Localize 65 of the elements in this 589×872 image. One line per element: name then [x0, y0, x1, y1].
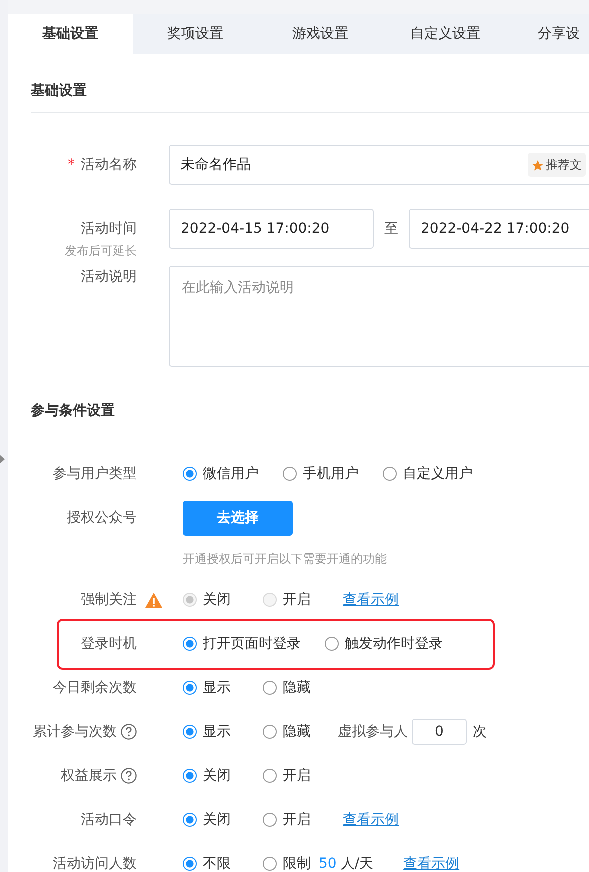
example-link[interactable]: 查看示例 [343, 811, 399, 829]
star-icon [532, 160, 544, 170]
radio-button[interactable] [183, 813, 197, 827]
field-label: 今日剩余次数 [53, 679, 137, 697]
radio-option[interactable]: 自定义用户 [383, 465, 497, 483]
unit-label: 人/天 [340, 855, 374, 872]
field-label: 强制关注 [81, 591, 137, 609]
field-label: 授权公众号 [67, 509, 137, 527]
radio-option[interactable]: 手机用户 [283, 465, 383, 483]
field-hint: 发布后可延长 [64, 243, 137, 259]
field-label: 权益展示 [61, 767, 117, 785]
radio-option[interactable]: 打开页面时登录 [183, 635, 325, 653]
example-link[interactable]: 查看示例 [404, 855, 460, 872]
radio-button[interactable] [263, 813, 277, 827]
field-label: 累计参与次数 [33, 723, 117, 741]
field-label: 活动口令 [81, 811, 137, 829]
radio-option[interactable]: 不限 [183, 855, 263, 872]
radio-button[interactable] [263, 769, 277, 783]
radio-option[interactable]: 开启 [263, 811, 343, 829]
radio-button[interactable] [383, 467, 397, 481]
field-label: 参与用户类型 [53, 465, 137, 483]
radio-button[interactable] [183, 725, 197, 739]
number-field[interactable]: 0 [412, 719, 467, 745]
tab[interactable]: 游戏设置 [258, 14, 383, 54]
hint-text: 开通授权后可开启以下需要开通的功能 [183, 550, 387, 568]
tab[interactable]: 基础设置 [8, 14, 133, 54]
radio-button[interactable] [263, 725, 277, 739]
field-label: 虚拟参与人 [338, 723, 408, 741]
radio-option[interactable]: 限制 50 人/天 [263, 855, 398, 872]
radio-option[interactable]: 开启 [263, 767, 343, 785]
field-label: 活动访问人数 [53, 855, 137, 872]
radio-button[interactable] [263, 857, 277, 871]
radio-button[interactable] [183, 681, 197, 695]
date-field[interactable]: 2022-04-15 17:00:20 [169, 209, 374, 249]
text-field[interactable]: 未命名作品 推荐文 [169, 145, 589, 185]
radio-option[interactable]: 隐藏 [263, 679, 343, 697]
radio-option[interactable]: 显示 [183, 723, 263, 741]
field-label: 登录时机 [81, 635, 137, 653]
radio-button[interactable] [183, 467, 197, 481]
required-mark: * [68, 157, 75, 173]
radio-option[interactable]: 触发动作时登录 [325, 635, 467, 653]
tab[interactable]: 自定义设置 [383, 14, 508, 54]
field-label: 活动名称 [81, 157, 137, 173]
radio-button[interactable] [183, 857, 197, 871]
section-title: 基础设置 [31, 54, 589, 113]
range-separator: 至 [384, 220, 400, 238]
description-field[interactable]: 在此输入活动说明 [169, 266, 589, 367]
radio-button[interactable] [183, 769, 197, 783]
unit-label: 次 [473, 723, 487, 741]
radio-button[interactable] [283, 467, 297, 481]
radio-option[interactable]: 关闭 [183, 811, 263, 829]
tab[interactable]: 分享设 [508, 14, 580, 54]
radio-button[interactable] [183, 637, 197, 651]
radio-option[interactable]: 微信用户 [183, 465, 283, 483]
tab[interactable]: 奖项设置 [133, 14, 258, 54]
radio-option[interactable]: 关闭 [183, 767, 263, 785]
radio-option[interactable]: 显示 [183, 679, 263, 697]
field-label: 活动说明 [81, 269, 137, 285]
section-title: 参与条件设置 [31, 402, 116, 421]
field-label: 活动时间 [81, 221, 137, 237]
radio-button[interactable] [263, 681, 277, 695]
suggest-button[interactable]: 推荐文 [528, 153, 586, 177]
date-field[interactable]: 2022-04-22 17:00:20 [409, 209, 589, 249]
caret-icon[interactable] [0, 455, 5, 464]
radio-button[interactable] [325, 637, 339, 651]
